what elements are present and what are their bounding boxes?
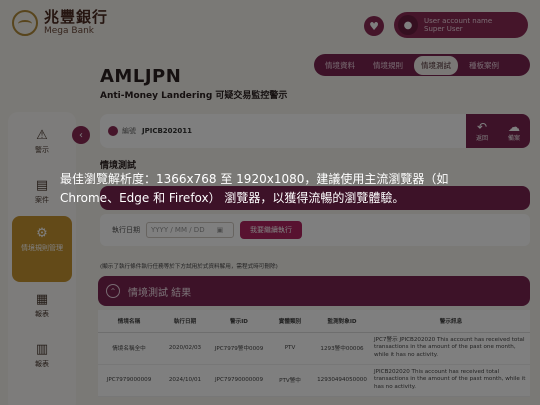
browser-notice: 最佳瀏覽解析度：1366x768 至 1920x1080，建議使用主流瀏覽器（如…: [60, 170, 490, 208]
modal-overlay[interactable]: 最佳瀏覽解析度：1366x768 至 1920x1080，建議使用主流瀏覽器（如…: [0, 0, 540, 405]
browser-notice-line2: Chrome、Edge 和 Firefox） 瀏覽器，以獲得流暢的瀏覽體驗。: [60, 191, 405, 205]
browser-notice-line1: 最佳瀏覽解析度：1366x768 至 1920x1080，建議使用主流瀏覽器（如: [60, 172, 449, 186]
